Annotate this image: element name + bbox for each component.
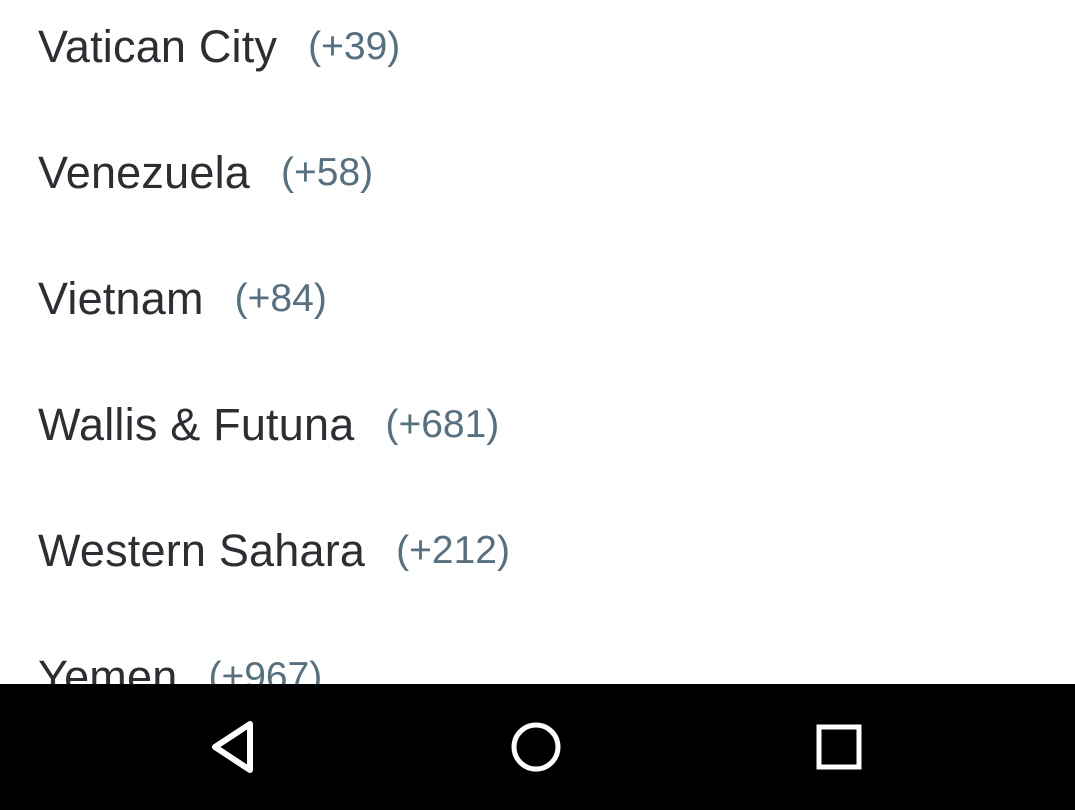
home-circle-icon bbox=[506, 717, 566, 777]
country-name: Wallis & Futuna bbox=[38, 399, 355, 450]
country-name: Vatican City bbox=[38, 21, 278, 72]
country-dial-code: (+84) bbox=[234, 277, 327, 320]
recents-button[interactable] bbox=[769, 684, 909, 810]
country-list-item[interactable]: Vietnam (+84) bbox=[0, 236, 1075, 362]
recents-square-icon bbox=[809, 717, 869, 777]
country-name: Venezuela bbox=[38, 147, 250, 198]
system-navigation-bar bbox=[0, 684, 1075, 810]
country-list-item[interactable]: Wallis & Futuna (+681) bbox=[0, 362, 1075, 488]
country-dial-code: (+39) bbox=[308, 25, 401, 68]
country-picker-screen: Vatican City (+39) Venezuela (+58) Vietn… bbox=[0, 0, 1075, 810]
back-button[interactable] bbox=[163, 684, 303, 810]
country-name: Yemen bbox=[38, 651, 178, 684]
country-list-item[interactable]: Yemen (+967) bbox=[0, 614, 1075, 684]
country-dial-code: (+967) bbox=[208, 655, 323, 684]
country-list-item[interactable]: Western Sahara (+212) bbox=[0, 488, 1075, 614]
back-triangle-icon bbox=[203, 717, 263, 777]
country-name: Western Sahara bbox=[38, 525, 366, 576]
country-list-item[interactable]: Vatican City (+39) bbox=[0, 0, 1075, 110]
country-list[interactable]: Vatican City (+39) Venezuela (+58) Vietn… bbox=[0, 0, 1075, 684]
country-name: Vietnam bbox=[38, 273, 204, 324]
country-dial-code: (+681) bbox=[385, 403, 500, 446]
home-button[interactable] bbox=[466, 684, 606, 810]
country-list-item[interactable]: Venezuela (+58) bbox=[0, 110, 1075, 236]
country-dial-code: (+58) bbox=[281, 151, 374, 194]
country-dial-code: (+212) bbox=[396, 529, 510, 572]
